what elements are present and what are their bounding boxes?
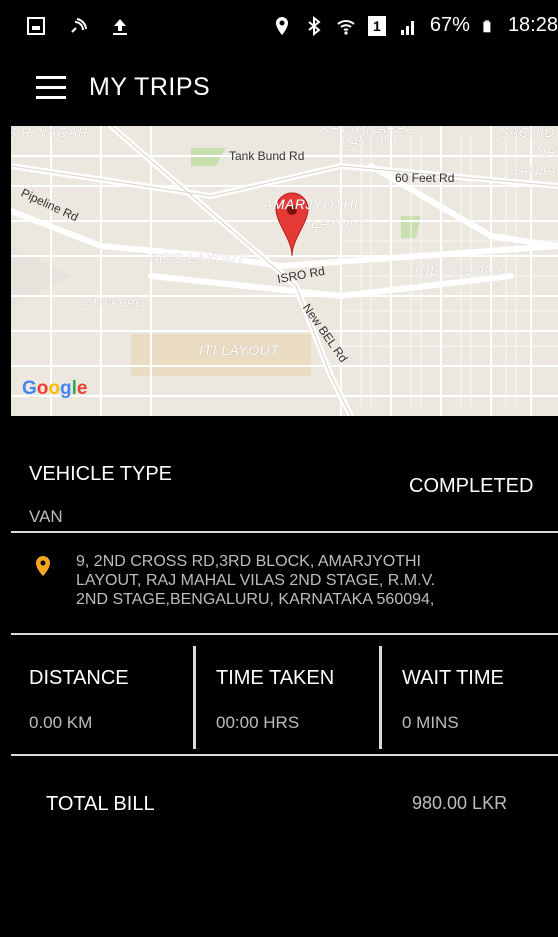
distance-value: 0.00 KM [29,713,93,732]
pickup-address: 9, 2ND CROSS RD,3RD BLOCK, AMARJYOTHI LA… [76,552,435,609]
divider [11,531,558,533]
bluetooth-icon [308,15,321,36]
map-area-label: S R NAGAR [11,126,89,140]
status-bar: 1 67% 18:28 [0,0,558,56]
map-area-label: NA [536,143,557,159]
google-logo: Google [22,378,88,399]
battery-icon [483,19,491,32]
map-area-label: AMARJYOTHI [263,196,359,212]
map-area-label: ITI LAYOUT [199,342,280,358]
map-area-label: CIL COLONY [415,262,505,278]
upload-icon [113,19,127,35]
trip-map[interactable]: S R NAGAR KRISHNAPPA LAYOUT SACHID NA SA… [11,126,558,416]
page-title: MY TRIPS [89,73,211,101]
map-area-label: MATHIKERE [75,298,143,310]
menu-icon[interactable] [36,76,66,100]
address-line: 9, 2ND CROSS RD,3RD BLOCK, AMARJYOTHI [76,553,421,570]
map-area-label: SANJA [509,162,557,178]
map-road-label: 60 Feet Rd [395,171,455,185]
map-road-label: Tank Bund Rd [229,149,305,163]
location-icon [275,16,288,35]
total-bill-value: 980.00 LKR [412,793,508,813]
trip-status-badge: COMPLETED [409,475,534,497]
column-divider [379,646,382,749]
map-area-label: LAYOUT [341,134,399,150]
wait-time-value: 0 MINS [402,713,459,732]
map-area-label: LAYOUT [311,215,369,231]
vehicle-type-label: VEHICLE TYPE [29,463,173,485]
time-taken-value: 00:00 HRS [216,713,300,732]
wifi-icon [337,19,355,35]
signal-icon [400,20,414,35]
app-bar: MY TRIPS [0,56,558,126]
time-taken-label: TIME TAKEN [216,667,335,689]
sim-badge: 1 [367,15,386,36]
nfc-icon [71,18,87,33]
total-bill-label: TOTAL BILL [46,793,155,815]
clock: 18:28 [507,14,558,36]
location-pin-icon [36,556,50,576]
vehicle-type-value: VAN [29,507,63,526]
column-divider [193,646,196,749]
address-line: 2ND STAGE,BENGALURU, KARNATAKA 560094, [76,591,435,608]
address-line: LAYOUT, RAJ MAHAL VILAS 2ND STAGE, R.M.V… [76,572,436,589]
battery-percent: 67% [429,14,470,36]
map-area-label: AG'S LAYOUT [149,250,246,266]
gallery-icon [27,17,45,35]
map-area-label: SACHID [499,126,555,140]
divider [11,754,558,756]
distance-label: DISTANCE [29,667,129,689]
wait-time-label: WAIT TIME [402,667,504,689]
divider [11,633,558,635]
